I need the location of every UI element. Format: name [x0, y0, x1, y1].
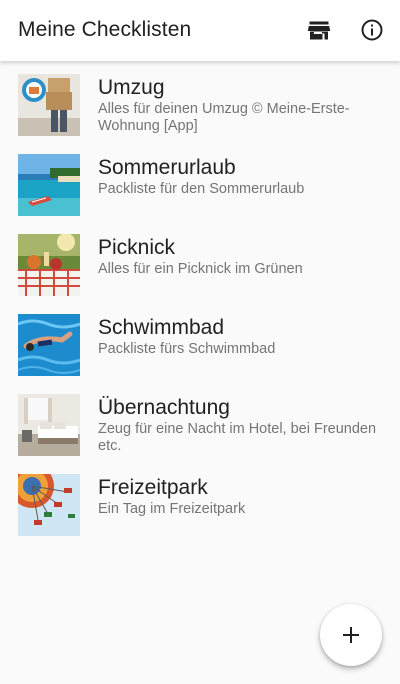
checklist-item-schwimmbad[interactable]: Schwimmbad Packliste fürs Schwimmbad: [0, 306, 400, 386]
checklist-title: Picknick: [98, 236, 176, 259]
checklist-item-freizeitpark[interactable]: Freizeitpark Ein Tag im Freizeitpark: [0, 466, 400, 546]
picnic-photo: [18, 234, 80, 296]
checklist-subtitle: Packliste für den Sommerurlaub: [98, 181, 305, 197]
store-icon[interactable]: [307, 18, 331, 42]
checklist-item-sommerurlaub[interactable]: Sommerurlaub Packliste für den Sommerurl…: [0, 146, 400, 226]
checklist-title: Schwimmbad: [98, 316, 225, 339]
app-bar: Meine Checklisten: [0, 0, 400, 61]
info-icon[interactable]: [360, 18, 384, 42]
hotel-room-photo: [18, 394, 80, 456]
swimming-pool-photo: [18, 314, 80, 376]
checklist-subtitle: Zeug für eine Nacht im Hotel, bei Freund…: [98, 421, 377, 454]
checklist-item-umzug[interactable]: Umzug Alles für deinen Umzug © Meine-Ers…: [0, 66, 400, 146]
checklist-title: Umzug: [98, 76, 165, 99]
checklist-title: Sommerurlaub: [98, 156, 236, 179]
page-title: Meine Checklisten: [18, 18, 192, 41]
beach-photo: [18, 154, 80, 216]
checklist-list: Umzug Alles für deinen Umzug © Meine-Ers…: [0, 66, 400, 546]
checklist-subtitle: Alles für deinen Umzug © Meine-Erste-Woh…: [98, 101, 350, 134]
plus-icon: [342, 626, 360, 644]
checklist-item-picknick[interactable]: Picknick Alles für ein Picknick im Grüne…: [0, 226, 400, 306]
carousel-ride-photo: [18, 474, 80, 536]
checklist-subtitle: Packliste fürs Schwimmbad: [98, 341, 276, 357]
checklist-title: Übernachtung: [98, 396, 230, 419]
checklist-title: Freizeitpark: [98, 476, 208, 499]
checklist-item-uebernachtung[interactable]: Übernachtung Zeug für eine Nacht im Hote…: [0, 386, 400, 466]
add-checklist-button[interactable]: [320, 604, 382, 666]
checklist-subtitle: Ein Tag im Freizeitpark: [98, 501, 246, 517]
checklist-subtitle: Alles für ein Picknick im Grünen: [98, 261, 303, 277]
moving-boxes-photo: [18, 74, 80, 136]
